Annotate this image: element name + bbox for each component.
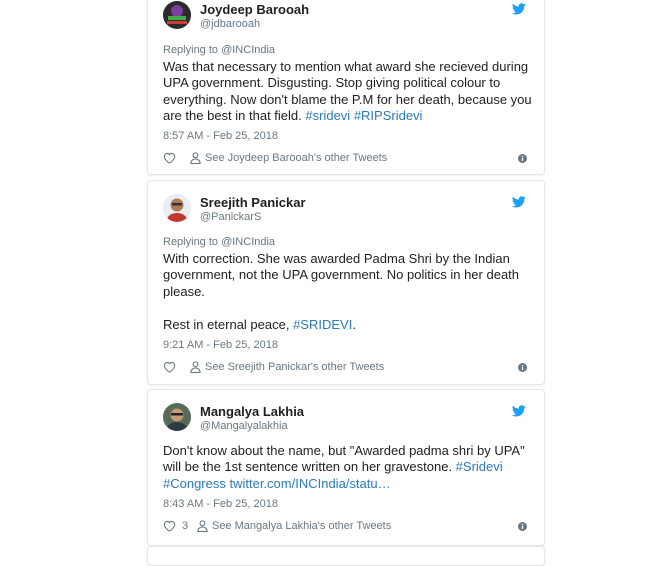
twitter-bird-icon[interactable]: [512, 3, 526, 15]
timestamp[interactable]: 9:21 AM - Feb 25, 2018: [163, 339, 278, 351]
replying-to[interactable]: Replying to @INCIndia: [163, 44, 275, 56]
tweet-card-partial: [147, 546, 545, 566]
tweet-card: Joydeep Barooah @jdbarooah Replying to @…: [147, 0, 545, 175]
timestamp[interactable]: 8:57 AM - Feb 25, 2018: [163, 130, 278, 142]
hashtag-link[interactable]: #Sridevi: [456, 459, 503, 474]
author-name[interactable]: Mangalya Lakhia: [200, 404, 304, 419]
info-icon[interactable]: [518, 522, 527, 531]
info-icon[interactable]: [518, 154, 527, 163]
heart-icon[interactable]: [163, 152, 176, 164]
hashtag-link[interactable]: #SRIDEVI: [293, 317, 352, 332]
author-name[interactable]: Joydeep Barooah: [200, 2, 309, 17]
avatar[interactable]: [163, 194, 191, 222]
replying-to[interactable]: Replying to @INCIndia: [163, 236, 275, 248]
tweet-actions: See Joydeep Barooah's other Tweets: [163, 151, 529, 167]
twitter-bird-icon[interactable]: [512, 405, 526, 417]
tweet-header: Mangalya Lakhia @Mangalyalakhia: [163, 403, 529, 439]
info-icon[interactable]: [518, 363, 527, 372]
avatar[interactable]: [163, 1, 191, 29]
tweet-actions: See Sreejith Panickar's other Tweets: [163, 360, 529, 376]
see-other-tweets-link[interactable]: See Sreejith Panickar's other Tweets: [205, 361, 384, 373]
author-handle[interactable]: @PanickarS: [200, 211, 261, 223]
tweet-text: Don't know about the name, but "Awarded …: [163, 443, 535, 492]
link-text[interactable]: #Congress twitter.com/INCIndia/statu…: [163, 476, 535, 492]
tweet-card: Sreejith Panickar @PanickarS Replying to…: [147, 180, 545, 385]
person-icon: [197, 520, 208, 532]
tweet-card: Mangalya Lakhia @Mangalyalakhia Don't kn…: [147, 389, 545, 546]
like-count[interactable]: 3: [182, 520, 188, 532]
tweet-header: Sreejith Panickar @PanickarS: [163, 194, 529, 230]
tweet-header: Joydeep Barooah @jdbarooah: [163, 1, 529, 37]
heart-icon[interactable]: [163, 361, 176, 373]
avatar[interactable]: [163, 403, 191, 431]
hashtag-link[interactable]: #RIPSridevi: [354, 108, 423, 123]
tweet-text: Was that necessary to mention what award…: [163, 59, 532, 124]
hashtag-link[interactable]: #sridevi: [305, 108, 350, 123]
heart-icon[interactable]: [163, 520, 176, 532]
see-other-tweets-link[interactable]: See Mangalya Lakhia's other Tweets: [212, 520, 391, 532]
author-handle[interactable]: @jdbarooah: [200, 18, 260, 30]
author-name[interactable]: Sreejith Panickar: [200, 195, 306, 210]
person-icon: [190, 361, 201, 373]
see-other-tweets-link[interactable]: See Joydeep Barooah's other Tweets: [205, 152, 387, 164]
author-handle[interactable]: @Mangalyalakhia: [200, 420, 288, 432]
person-icon: [190, 152, 201, 164]
tweet-text: With correction. She was awarded Padma S…: [163, 251, 520, 332]
twitter-bird-icon[interactable]: [512, 196, 526, 208]
timestamp[interactable]: 8:43 AM - Feb 25, 2018: [163, 498, 278, 510]
tweet-actions: 3 See Mangalya Lakhia's other Tweets: [163, 519, 529, 535]
